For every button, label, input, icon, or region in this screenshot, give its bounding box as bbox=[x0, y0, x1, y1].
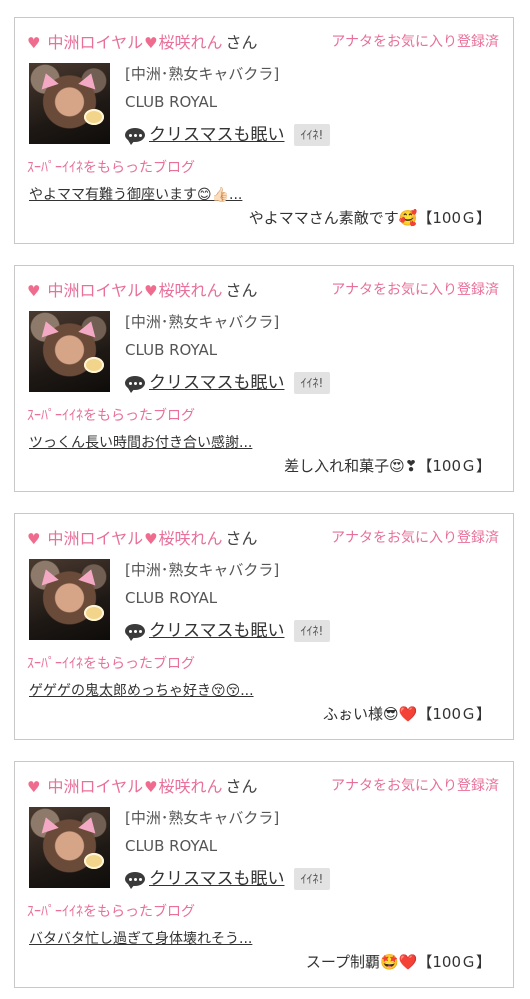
favorite-status: アナタをお気に入り登録済 bbox=[331, 34, 499, 50]
cast-name-link[interactable]: 桜咲れん bbox=[159, 281, 223, 300]
heart-icon: ♥ bbox=[27, 34, 41, 52]
heart-icon: ♥ bbox=[144, 530, 158, 548]
speech-bubble-icon bbox=[125, 872, 145, 889]
cast-name-link[interactable]: 桜咲れん bbox=[159, 33, 223, 52]
cat-ear-sticker bbox=[37, 566, 59, 586]
speech-bubble-icon bbox=[125, 624, 145, 641]
favorite-status: アナタをお気に入り登録済 bbox=[331, 282, 499, 298]
blog-title-link[interactable]: クリスマスも眠い bbox=[149, 122, 285, 148]
shop-link[interactable]: 中洲ロイヤル bbox=[48, 33, 144, 52]
cast-photo[interactable] bbox=[29, 63, 110, 144]
club-name: CLUB ROYAL bbox=[125, 837, 218, 855]
honorific: さん bbox=[225, 33, 258, 52]
shop-genre: [中洲･熟女キャバクラ] bbox=[125, 65, 280, 83]
iine-button[interactable]: ｲｲﾈ! bbox=[293, 868, 331, 890]
shop-link[interactable]: 中洲ロイヤル bbox=[48, 281, 144, 300]
blog-post-excerpt: ゲゲゲの鬼太郎めっちゃ好き😚😚... bbox=[29, 681, 254, 701]
iine-button[interactable]: ｲｲﾈ! bbox=[293, 372, 331, 394]
super-like-label: ｽｰﾊﾟｰｲｲﾈをもらったブログ bbox=[27, 904, 195, 920]
blog-title-link[interactable]: クリスマスも眠い bbox=[149, 618, 285, 644]
heart-icon: ♥ bbox=[144, 778, 158, 796]
super-like-label: ｽｰﾊﾟｰｲｲﾈをもらったブログ bbox=[27, 160, 195, 176]
cast-name-link[interactable]: 桜咲れん bbox=[159, 777, 223, 796]
cat-ear-sticker bbox=[78, 318, 100, 338]
nose-sticker bbox=[84, 357, 104, 373]
super-like-comment: やよママさん素敵です🥰【100Ｇ】 bbox=[248, 209, 491, 227]
card-header: ♥ 中洲ロイヤル♥桜咲れん さん bbox=[27, 776, 258, 798]
cat-ear-sticker bbox=[78, 814, 100, 834]
blog-title-link[interactable]: クリスマスも眠い bbox=[149, 866, 285, 892]
blog-title-row: クリスマスも眠い ｲｲﾈ! bbox=[125, 122, 331, 148]
heart-icon: ♥ bbox=[144, 34, 158, 52]
cat-ear-sticker bbox=[78, 566, 100, 586]
super-like-comment: ふぉい様😎❤️【100Ｇ】 bbox=[323, 705, 491, 723]
blog-title-link[interactable]: クリスマスも眠い bbox=[149, 370, 285, 396]
cast-photo[interactable] bbox=[29, 807, 110, 888]
super-like-comment: 差し入れ和菓子😍❣【100Ｇ】 bbox=[284, 457, 491, 475]
blog-title-row: クリスマスも眠い ｲｲﾈ! bbox=[125, 866, 331, 892]
cat-ear-sticker bbox=[37, 318, 59, 338]
blog-post-excerpt: ツっくん長い時間お付き合い感謝... bbox=[29, 433, 252, 453]
iine-button[interactable]: ｲｲﾈ! bbox=[293, 620, 331, 642]
heart-icon: ♥ bbox=[27, 282, 41, 300]
blog-post-link[interactable]: やよママ有難う御座います😊👍🏻... bbox=[29, 187, 242, 203]
cast-name-link[interactable]: 桜咲れん bbox=[159, 529, 223, 548]
blog-title-row: クリスマスも眠い ｲｲﾈ! bbox=[125, 370, 331, 396]
cat-ear-sticker bbox=[78, 70, 100, 90]
nose-sticker bbox=[84, 605, 104, 621]
club-name: CLUB ROYAL bbox=[125, 341, 218, 359]
iine-button[interactable]: ｲｲﾈ! bbox=[293, 124, 331, 146]
cast-photo[interactable] bbox=[29, 559, 110, 640]
cat-ear-sticker bbox=[37, 70, 59, 90]
shop-link[interactable]: 中洲ロイヤル bbox=[48, 777, 144, 796]
honorific: さん bbox=[225, 529, 258, 548]
cast-photo[interactable] bbox=[29, 311, 110, 392]
heart-icon: ♥ bbox=[144, 282, 158, 300]
cat-ear-sticker bbox=[37, 814, 59, 834]
super-like-comment: スープ制覇🤩❤️【100Ｇ】 bbox=[305, 953, 491, 971]
super-like-label: ｽｰﾊﾟｰｲｲﾈをもらったブログ bbox=[27, 656, 195, 672]
blog-post-excerpt: バタバタ忙し過ぎて身体壊れそう... bbox=[29, 929, 252, 949]
blog-card: ♥ 中洲ロイヤル♥桜咲れん さん アナタをお気に入り登録済 [中洲･熟女キャバクラ… bbox=[14, 513, 514, 740]
blog-card: ♥ 中洲ロイヤル♥桜咲れん さん アナタをお気に入り登録済 [中洲･熟女キャバクラ… bbox=[14, 761, 514, 988]
favorite-status: アナタをお気に入り登録済 bbox=[331, 530, 499, 546]
favorite-status: アナタをお気に入り登録済 bbox=[331, 778, 499, 794]
card-header: ♥ 中洲ロイヤル♥桜咲れん さん bbox=[27, 528, 258, 550]
heart-icon: ♥ bbox=[27, 778, 41, 796]
speech-bubble-icon bbox=[125, 376, 145, 393]
blog-card: ♥ 中洲ロイヤル♥桜咲れん さん アナタをお気に入り登録済 [中洲･熟女キャバクラ… bbox=[14, 265, 514, 492]
shop-link[interactable]: 中洲ロイヤル bbox=[48, 529, 144, 548]
honorific: さん bbox=[225, 777, 258, 796]
card-header: ♥ 中洲ロイヤル♥桜咲れん さん bbox=[27, 280, 258, 302]
super-like-feed: ♥ 中洲ロイヤル♥桜咲れん さん アナタをお気に入り登録済 [中洲･熟女キャバクラ… bbox=[0, 0, 530, 999]
card-header: ♥ 中洲ロイヤル♥桜咲れん さん bbox=[27, 32, 258, 54]
club-name: CLUB ROYAL bbox=[125, 93, 218, 111]
shop-genre: [中洲･熟女キャバクラ] bbox=[125, 809, 280, 827]
club-name: CLUB ROYAL bbox=[125, 589, 218, 607]
blog-post-link[interactable]: バタバタ忙し過ぎて身体壊れそう... bbox=[29, 931, 252, 947]
speech-bubble-icon bbox=[125, 128, 145, 145]
blog-post-link[interactable]: ツっくん長い時間お付き合い感謝... bbox=[29, 435, 252, 451]
super-like-label: ｽｰﾊﾟｰｲｲﾈをもらったブログ bbox=[27, 408, 195, 424]
shop-genre: [中洲･熟女キャバクラ] bbox=[125, 313, 280, 331]
nose-sticker bbox=[84, 109, 104, 125]
shop-genre: [中洲･熟女キャバクラ] bbox=[125, 561, 280, 579]
blog-title-row: クリスマスも眠い ｲｲﾈ! bbox=[125, 618, 331, 644]
blog-post-link[interactable]: ゲゲゲの鬼太郎めっちゃ好き😚😚... bbox=[29, 683, 254, 699]
heart-icon: ♥ bbox=[27, 530, 41, 548]
blog-card: ♥ 中洲ロイヤル♥桜咲れん さん アナタをお気に入り登録済 [中洲･熟女キャバクラ… bbox=[14, 17, 514, 244]
nose-sticker bbox=[84, 853, 104, 869]
honorific: さん bbox=[225, 281, 258, 300]
blog-post-excerpt: やよママ有難う御座います😊👍🏻... bbox=[29, 185, 242, 205]
